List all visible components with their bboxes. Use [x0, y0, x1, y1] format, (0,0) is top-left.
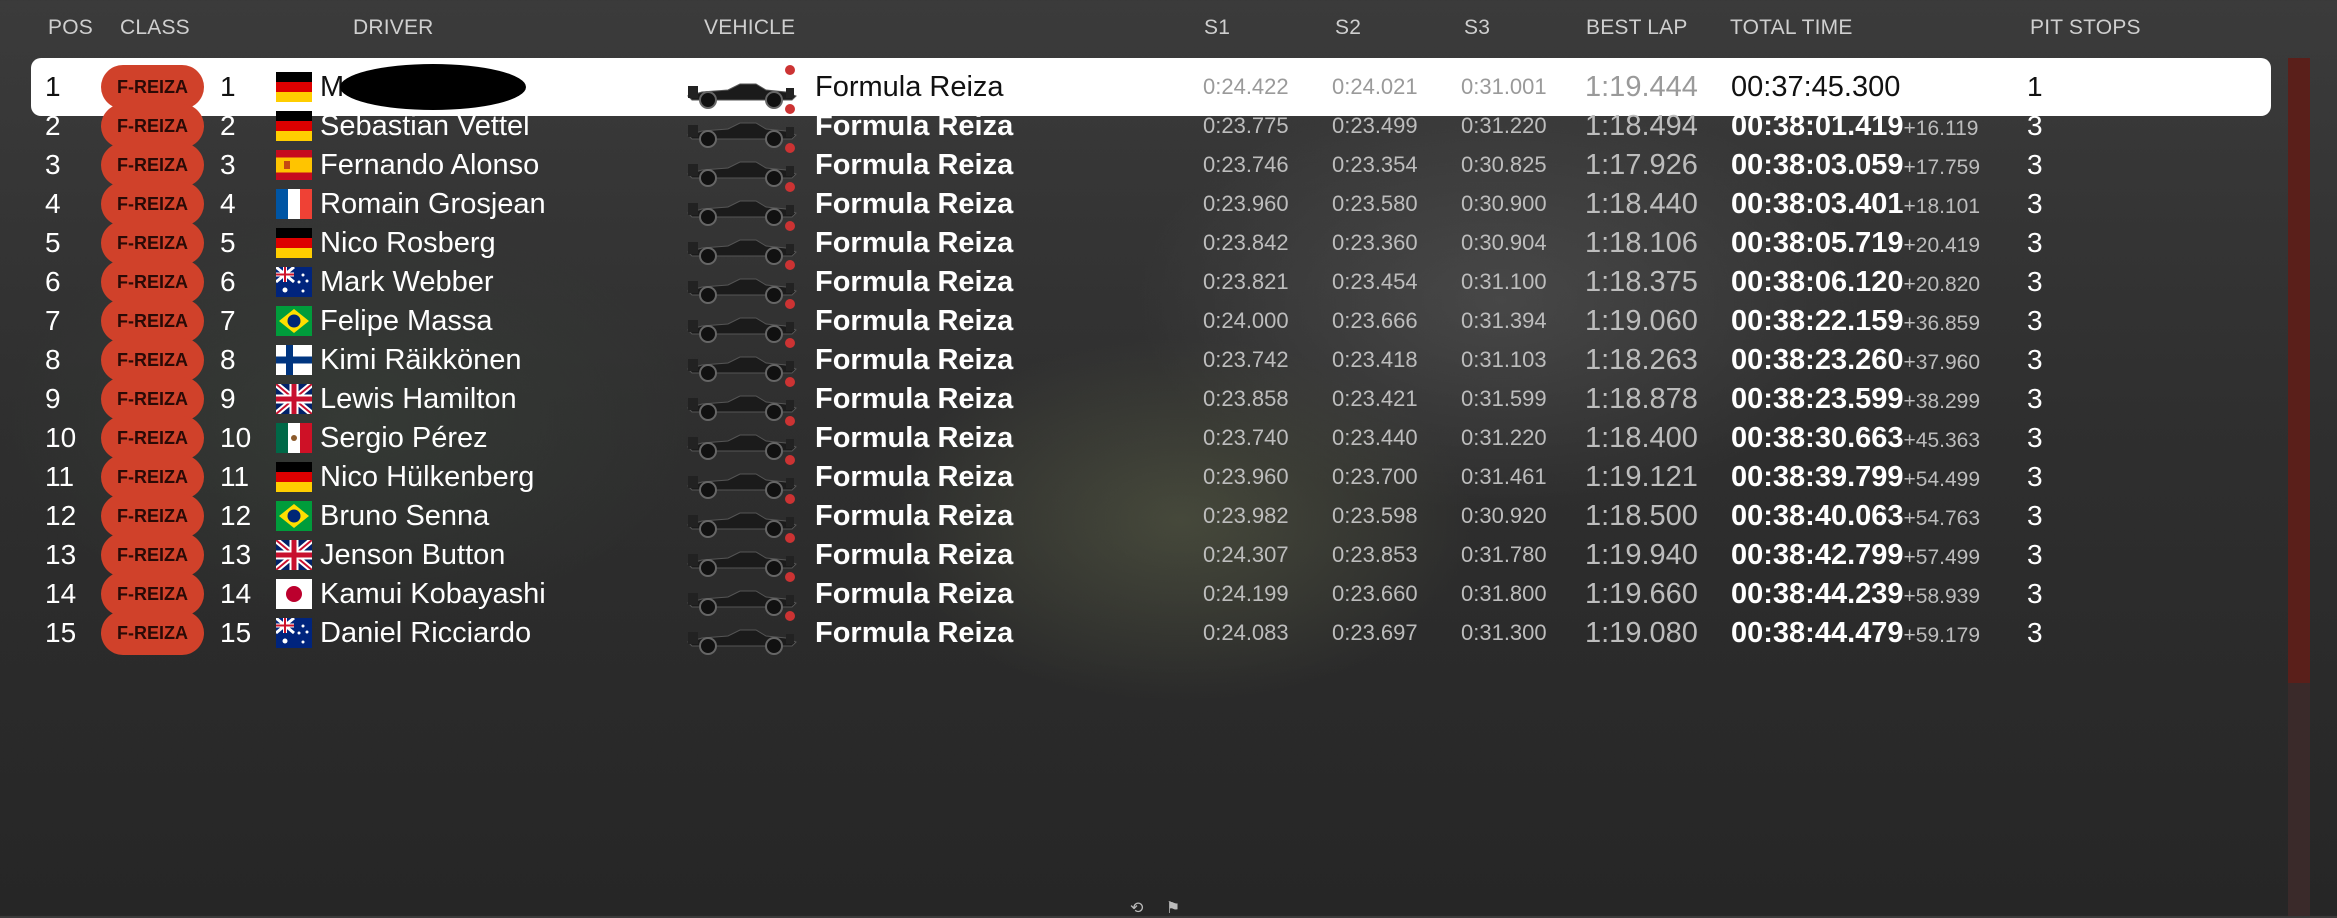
position: 15 — [45, 617, 77, 648]
sector3-time: 0:31.300 — [1461, 620, 1547, 645]
vehicle-name: Formula Reiza — [815, 617, 1014, 649]
col-vehicle-header[interactable]: VEHICLE — [704, 16, 795, 40]
gap-to-leader: +59.179 — [1903, 624, 1981, 647]
overlay-icons: ⟲ ⚑ — [1130, 898, 1220, 917]
col-best-lap-header[interactable]: BEST LAP — [1586, 16, 1688, 40]
au-flag-icon — [276, 618, 312, 648]
results-header: POS CLASS DRIVER VEHICLE S1 S2 S3 BEST L… — [0, 0, 2337, 56]
col-class-header[interactable]: CLASS — [120, 16, 190, 40]
driver-name: Daniel Ricciardo — [320, 617, 532, 649]
col-s1-header[interactable]: S1 — [1204, 16, 1230, 40]
table-row[interactable]: 15 F-REIZA 15 Daniel Ricciardo Formula Reiza… — [0, 604, 2337, 662]
sector2-time: 0:23.697 — [1332, 620, 1418, 645]
best-lap-time: 1:19.080 — [1585, 617, 1698, 649]
scrollbar-thumb[interactable] — [2288, 58, 2310, 683]
col-pit-stops-header[interactable]: PIT STOPS — [2030, 16, 2141, 40]
col-total-time-header[interactable]: TOTAL TIME — [1730, 16, 1853, 40]
col-s3-header[interactable]: S3 — [1464, 16, 1490, 40]
total-time-value: 00:38:44.479 — [1731, 617, 1904, 649]
car-icon — [682, 608, 800, 658]
sector1-time: 0:24.083 — [1203, 620, 1289, 645]
pit-stops-count: 3 — [2027, 617, 2043, 648]
col-s2-header[interactable]: S2 — [1335, 16, 1361, 40]
total-time: 00:38:44.479+59.179 — [1731, 604, 1980, 662]
checkered-flag-icon: ⚑ — [1165, 900, 1181, 917]
replay-icon: ⟲ — [1130, 900, 1144, 917]
col-pos-header[interactable]: POS — [48, 16, 93, 40]
col-driver-header[interactable]: DRIVER — [353, 16, 434, 40]
car-number: 15 — [220, 617, 252, 648]
class-badge: F-REIZA — [101, 611, 204, 655]
